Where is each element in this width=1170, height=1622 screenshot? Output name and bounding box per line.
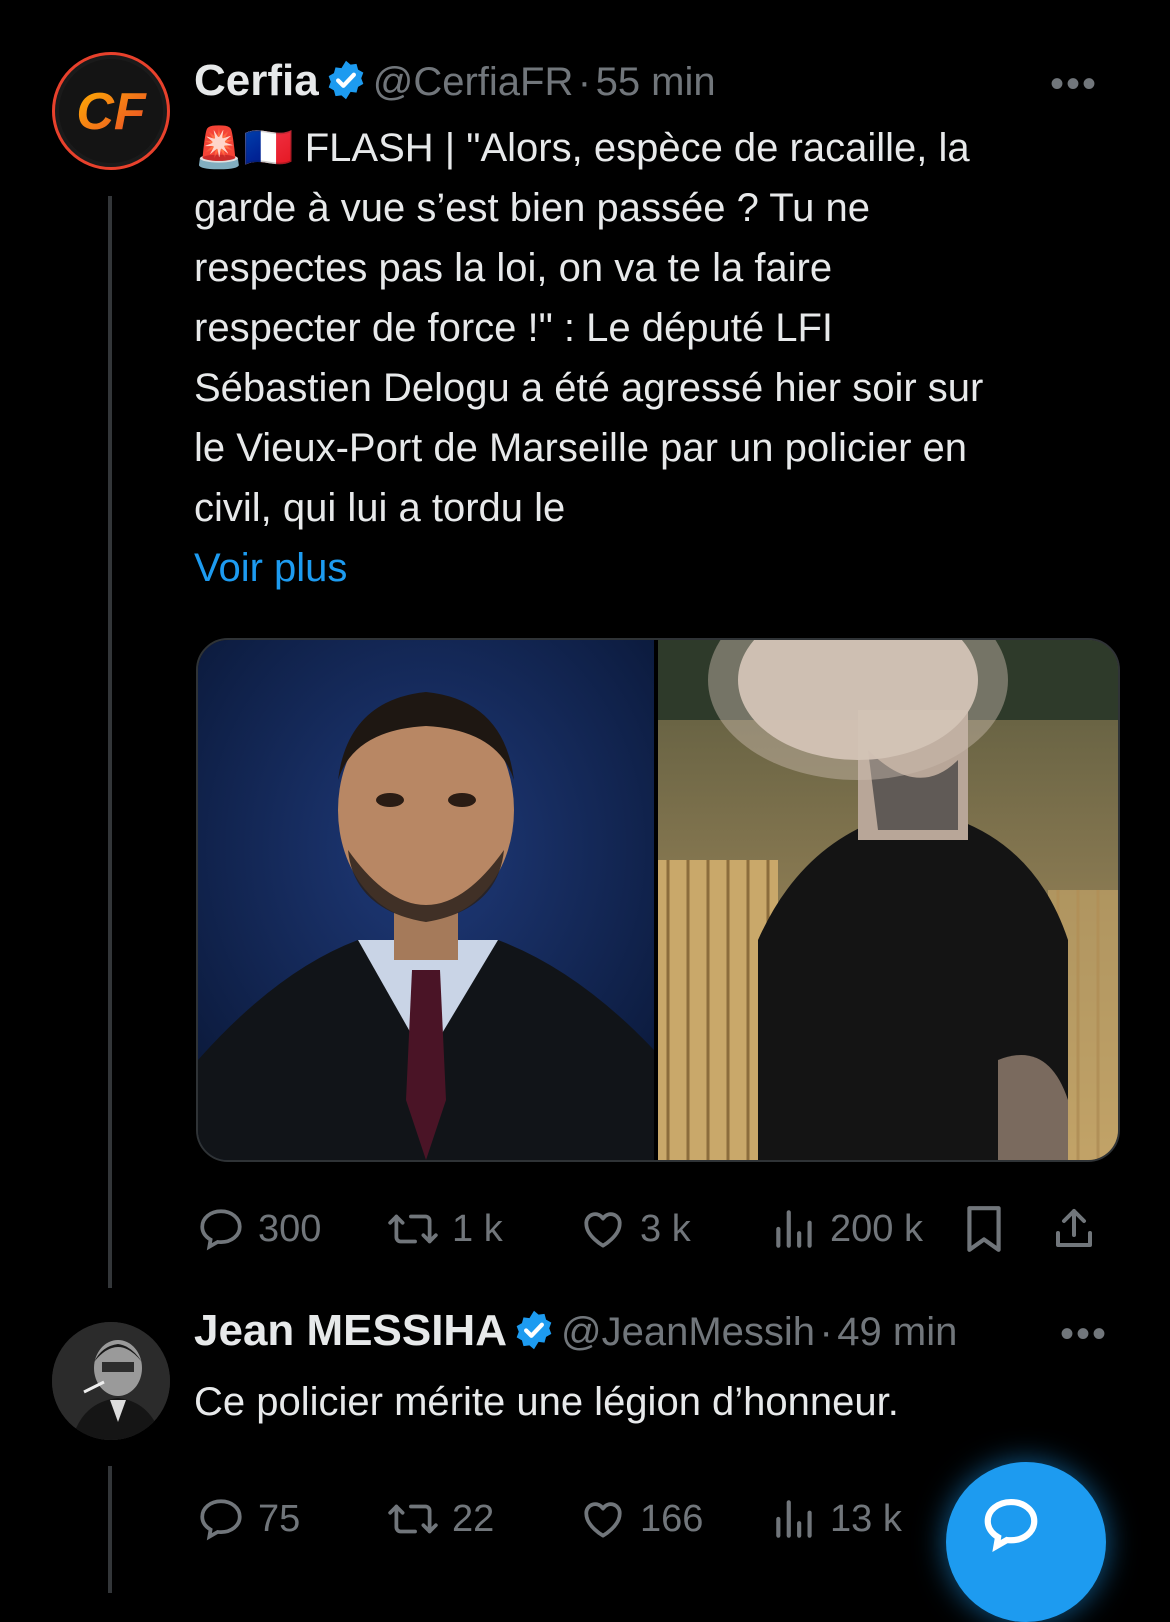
tweet-media[interactable] [196, 638, 1120, 1162]
reply-button[interactable]: 300 [196, 1204, 321, 1254]
share-button[interactable] [1050, 1204, 1098, 1254]
retweet-count: 1 k [452, 1207, 503, 1250]
like-button[interactable]: 166 [578, 1494, 703, 1544]
more-icon[interactable]: ••• [1060, 1312, 1108, 1357]
views-icon [776, 1210, 812, 1248]
author-handle[interactable]: @CerfiaFR [373, 60, 574, 104]
like-icon [584, 1502, 622, 1538]
author-handle[interactable]: @JeanMessih [561, 1310, 815, 1354]
reply-count: 75 [258, 1497, 301, 1540]
reply-icon [200, 1499, 242, 1541]
avatar[interactable]: CF [52, 52, 170, 170]
tweet-line: le Vieux-Port de Marseille par un polici… [194, 426, 967, 470]
media-photos [198, 640, 1118, 1160]
thread-line [108, 196, 112, 1288]
retweet-button[interactable]: 22 [386, 1494, 494, 1544]
reply-button[interactable]: 75 [196, 1494, 300, 1544]
reply-icon [200, 1209, 242, 1251]
cerfia-logo: CF [59, 59, 163, 163]
verified-icon [328, 60, 364, 100]
author-name[interactable]: Cerfia [194, 56, 319, 105]
tweet-line: civil, qui lui a tordu le [194, 486, 566, 530]
retweet-count: 22 [452, 1497, 495, 1540]
compose-reply-icon [984, 1498, 1038, 1552]
portrait-photo [198, 640, 654, 1160]
reply-header: Jean MESSIHA @JeanMessih · 49 min [194, 1306, 957, 1356]
views-icon [776, 1500, 812, 1538]
tweet-line: respectes pas la loi, on va te la faire [194, 246, 833, 290]
separator: · [577, 60, 592, 104]
tweet-line: respecter de force !" : Le député LFI [194, 306, 834, 350]
like-button[interactable]: 3 k [578, 1204, 691, 1254]
tweet-line: Sébastien Delogu a été agressé hier soir… [194, 366, 984, 410]
reply-count: 300 [258, 1207, 322, 1250]
bookmark-icon [967, 1206, 1001, 1252]
thread-line [108, 1466, 112, 1593]
retweet-icon [388, 1214, 438, 1244]
verified-icon [516, 1310, 552, 1350]
bookmark-button[interactable] [962, 1204, 1006, 1254]
avatar[interactable] [52, 1322, 170, 1440]
separator: · [819, 1310, 833, 1354]
views-button[interactable]: 200 k [772, 1204, 923, 1254]
retweet-icon [388, 1504, 438, 1534]
retweet-button[interactable]: 1 k [386, 1204, 503, 1254]
like-count: 166 [640, 1497, 704, 1540]
like-count: 3 k [640, 1207, 691, 1250]
views-count: 13 k [830, 1497, 902, 1540]
timestamp[interactable]: 49 min [837, 1310, 957, 1354]
views-button[interactable]: 13 k [772, 1494, 902, 1544]
compose-reply-button[interactable] [946, 1462, 1106, 1622]
more-icon[interactable]: ••• [1050, 62, 1098, 107]
policeman-photo [658, 640, 1118, 1160]
reply-text: Ce policier mérite une légion d’honneur. [194, 1380, 899, 1424]
svg-text:CF: CF [76, 83, 147, 141]
tweet-line: 🚨🇫🇷 FLASH | "Alors, espèce de racaille, … [194, 126, 970, 170]
views-count: 200 k [830, 1207, 923, 1250]
reply-avatar-photo [52, 1322, 170, 1440]
tweet-line: garde à vue s’est bien passée ? Tu ne [194, 186, 871, 230]
tweet-text: 🚨🇫🇷 FLASH | "Alors, espèce de racaille, … [194, 118, 1134, 598]
tweet-header: Cerfia @CerfiaFR · 55 min [194, 56, 716, 106]
siren-flag-emoji: 🚨🇫🇷 [194, 126, 294, 170]
like-icon [584, 1212, 622, 1248]
see-more-link[interactable]: Voir plus [194, 538, 1134, 598]
share-icon [1056, 1209, 1092, 1247]
author-name[interactable]: Jean MESSIHA [194, 1306, 507, 1355]
timestamp[interactable]: 55 min [596, 60, 716, 104]
